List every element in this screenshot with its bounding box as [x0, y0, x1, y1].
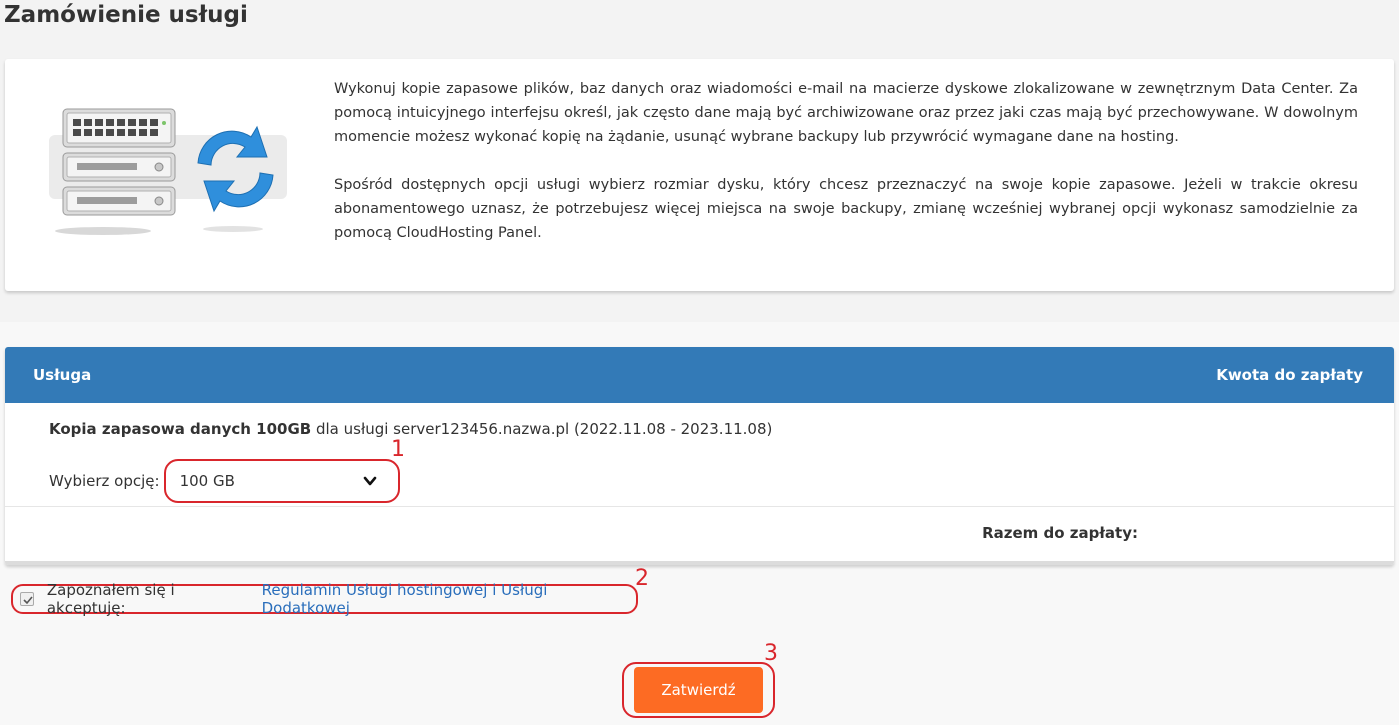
intro-description: Wykonuj kopie zapasowe plików, baz danyc…: [334, 77, 1358, 245]
header-service: Usługa: [33, 366, 92, 384]
terms-link[interactable]: Regulamin Usługi hostingowej i Usługi Do…: [262, 581, 636, 617]
selected-option: 100 GB: [179, 472, 235, 490]
option-row: Wybierz opcję: 100 GB: [49, 459, 400, 503]
order-table-header: Usługa Kwota do zapłaty: [5, 347, 1394, 403]
annotation-number-1: 1: [391, 437, 405, 462]
terms-acceptance[interactable]: Zapoznałem się i akceptuję: Regulamin Us…: [11, 581, 638, 617]
header-amount: Kwota do zapłaty: [1216, 366, 1363, 384]
checkmark-icon: [23, 596, 33, 605]
disk-size-select[interactable]: 100 GB: [163, 459, 400, 503]
service-name: Kopia zapasowa danych 100GB: [49, 420, 312, 438]
server-backup-sync-icon: [43, 99, 293, 239]
service-details: dla usługi server123456.nazwa.pl (2022.1…: [315, 420, 773, 438]
annotation-number-3: 3: [764, 641, 778, 666]
chevron-down-icon: [363, 476, 376, 486]
intro-card: Wykonuj kopie zapasowe plików, baz danyc…: [5, 59, 1394, 291]
terms-label: Zapoznałem się i akceptuję:: [46, 581, 175, 617]
card-bottom-border: [5, 561, 1394, 565]
intro-paragraph-1: Wykonuj kopie zapasowe plików, baz danyc…: [334, 81, 1358, 145]
annotation-number-2: 2: [635, 566, 649, 591]
option-label: Wybierz opcję:: [49, 472, 160, 490]
page-title: Zamówienie usługi: [4, 2, 248, 28]
service-description: Kopia zapasowa danych 100GB dla usługi s…: [49, 420, 772, 438]
terms-checkbox[interactable]: [20, 592, 34, 606]
row-divider: [5, 506, 1394, 507]
order-summary-card: Usługa Kwota do zapłaty Kopia zapasowa d…: [5, 347, 1394, 565]
intro-paragraph-2: Spośród dostępnych opcji usługi wybierz …: [334, 177, 1358, 241]
total-label: Razem do zapłaty:: [982, 524, 1138, 542]
submit-button[interactable]: Zatwierdź: [634, 667, 763, 713]
